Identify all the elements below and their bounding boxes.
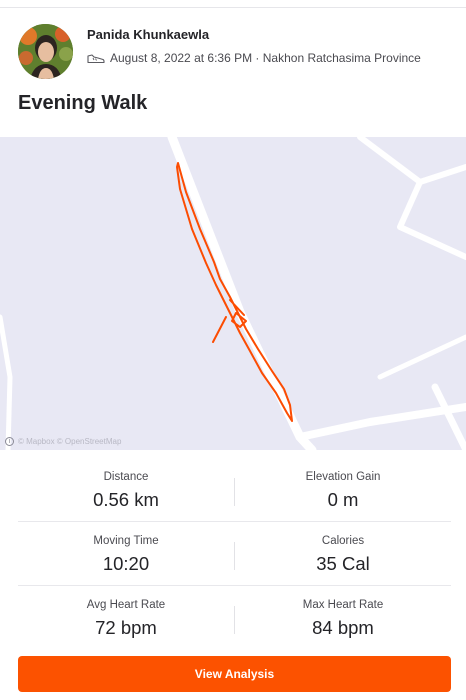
info-icon[interactable]: i bbox=[5, 437, 14, 446]
side-road bbox=[431, 383, 466, 450]
stat-label: Moving Time bbox=[93, 535, 159, 547]
stat-value: 0.56 km bbox=[93, 489, 159, 510]
stat-label: Max Heart Rate bbox=[302, 599, 384, 611]
west-road bbox=[0, 314, 13, 450]
avatar[interactable] bbox=[18, 24, 73, 79]
activity-date-location: August 8, 2022 at 6:36 PM · Nakhon Ratch… bbox=[110, 51, 421, 65]
stats-row: Distance 0.56 km Elevation Gain 0 m bbox=[18, 458, 451, 522]
stat-max-heart-rate: Max Heart Rate 84 bpm bbox=[235, 586, 451, 650]
main-road bbox=[167, 137, 317, 450]
route-map[interactable] bbox=[0, 137, 466, 450]
cross-road bbox=[296, 403, 466, 441]
route-map-graphic bbox=[0, 137, 466, 450]
athlete-name[interactable]: Panida Khunkaewla bbox=[87, 27, 209, 42]
stat-distance: Distance 0.56 km bbox=[18, 458, 234, 522]
top-divider bbox=[0, 7, 466, 8]
stats-row: Avg Heart Rate 72 bpm Max Heart Rate 84 … bbox=[18, 586, 451, 650]
shoe-icon bbox=[87, 54, 105, 64]
stats-row: Moving Time 10:20 Calories 35 Cal bbox=[18, 522, 451, 586]
stat-label: Elevation Gain bbox=[305, 471, 381, 483]
stat-calories: Calories 35 Cal bbox=[235, 522, 451, 586]
stat-value: 10:20 bbox=[102, 553, 150, 574]
activity-header: Panida Khunkaewla August 8, 2022 at 6:36… bbox=[18, 24, 458, 80]
map-attribution[interactable]: i © Mapbox © OpenStreetMap bbox=[5, 437, 121, 446]
stats-grid: Distance 0.56 km Elevation Gain 0 m Movi… bbox=[18, 458, 451, 650]
stat-value: 72 bpm bbox=[95, 617, 157, 638]
stat-label: Distance bbox=[103, 471, 149, 483]
stat-label: Avg Heart Rate bbox=[86, 599, 166, 611]
north-road bbox=[357, 137, 466, 185]
activity-title: Evening Walk bbox=[18, 92, 148, 114]
view-analysis-button[interactable]: View Analysis bbox=[18, 656, 451, 692]
activity-meta: August 8, 2022 at 6:36 PM · Nakhon Ratch… bbox=[87, 51, 421, 65]
stat-moving-time: Moving Time 10:20 bbox=[18, 522, 234, 586]
map-attribution-text: © Mapbox © OpenStreetMap bbox=[18, 437, 122, 446]
stat-elevation-gain: Elevation Gain 0 m bbox=[235, 458, 451, 522]
stat-value: 0 m bbox=[327, 489, 359, 510]
stat-value: 84 bpm bbox=[312, 617, 374, 638]
east-road bbox=[377, 334, 466, 380]
avatar-image bbox=[18, 24, 73, 79]
north-road-branch bbox=[397, 179, 466, 260]
stat-avg-heart-rate: Avg Heart Rate 72 bpm bbox=[18, 586, 234, 650]
stat-value: 35 Cal bbox=[316, 553, 370, 574]
stat-label: Calories bbox=[321, 535, 365, 547]
